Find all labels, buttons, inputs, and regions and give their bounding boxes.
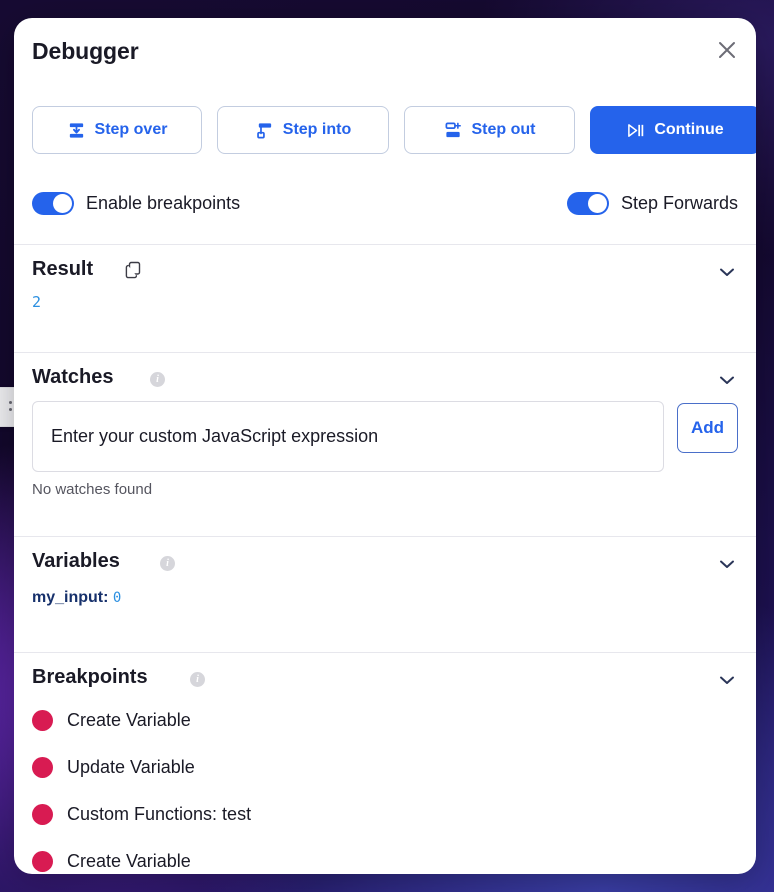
toggle-knob bbox=[53, 194, 72, 213]
list-item[interactable]: Create Variable bbox=[32, 697, 732, 744]
toggle-row: Enable breakpoints Step Forwards bbox=[32, 190, 738, 226]
chevron-down-icon[interactable] bbox=[714, 367, 740, 393]
step-forwards-toggle[interactable]: Step Forwards bbox=[566, 192, 738, 215]
continue-label: Continue bbox=[654, 121, 724, 138]
debugger-controls: Step over Step into Step out Continue bbox=[32, 106, 756, 154]
breakpoints-list: Create Variable Update Variable Custom F… bbox=[32, 697, 732, 874]
step-out-label: Step out bbox=[471, 121, 536, 138]
enable-breakpoints-label: Enable breakpoints bbox=[86, 193, 241, 213]
page-title: Debugger bbox=[32, 38, 139, 64]
step-over-label: Step over bbox=[94, 121, 168, 138]
step-over-button[interactable]: Step over bbox=[32, 106, 202, 154]
no-watches-message: No watches found bbox=[32, 481, 153, 498]
play-pause-icon bbox=[626, 122, 645, 139]
step-into-label: Step into bbox=[282, 121, 352, 138]
breakpoints-section: Breakpoints i Create Variable Update Var… bbox=[14, 652, 756, 874]
variable-name: my_input bbox=[32, 589, 104, 606]
toggle-knob bbox=[587, 194, 607, 213]
breakpoints-section-header[interactable]: Breakpoints i bbox=[14, 653, 756, 701]
chevron-down-icon[interactable] bbox=[714, 551, 740, 577]
result-value: 2 bbox=[32, 293, 42, 311]
watches-section: Watches i Add No watches found bbox=[14, 352, 756, 530]
variables-section-header[interactable]: Variables i bbox=[14, 537, 756, 585]
breakpoint-dot-icon bbox=[32, 804, 53, 825]
step-over-icon bbox=[67, 121, 86, 140]
watch-expression-input[interactable] bbox=[32, 401, 664, 472]
step-into-icon bbox=[255, 121, 274, 140]
breakpoint-dot-icon bbox=[32, 851, 53, 872]
list-item[interactable]: Custom Functions: test bbox=[32, 791, 732, 838]
debugger-panel: Debugger Step over Step into Step out Co… bbox=[14, 18, 756, 874]
breakpoints-title: Breakpoints bbox=[32, 666, 148, 688]
breakpoint-label: Create Variable bbox=[67, 851, 191, 871]
variable-value: 0 bbox=[112, 590, 122, 606]
list-item[interactable]: Create Variable bbox=[32, 838, 732, 874]
variables-section: Variables i my_input: 0 bbox=[14, 536, 756, 646]
step-into-button[interactable]: Step into bbox=[217, 106, 389, 154]
watches-section-header[interactable]: Watches i bbox=[14, 353, 756, 401]
toggle-switch-on[interactable] bbox=[32, 192, 74, 215]
variables-title: Variables bbox=[32, 550, 120, 572]
breakpoint-dot-icon bbox=[32, 710, 53, 731]
info-icon[interactable]: i bbox=[160, 556, 175, 571]
result-title: Result bbox=[32, 258, 94, 280]
close-icon[interactable] bbox=[712, 35, 742, 65]
info-icon[interactable]: i bbox=[190, 672, 205, 687]
variable-row: my_input: 0 bbox=[32, 589, 121, 607]
add-watch-button[interactable]: Add bbox=[677, 403, 738, 453]
drag-handle-dots bbox=[9, 401, 12, 404]
copy-icon[interactable] bbox=[124, 261, 142, 279]
toggle-switch-on[interactable] bbox=[566, 192, 609, 215]
result-section-header[interactable]: Result bbox=[14, 245, 756, 293]
result-section: Result 2 bbox=[14, 244, 756, 326]
info-icon[interactable]: i bbox=[150, 372, 165, 387]
continue-button[interactable]: Continue bbox=[590, 106, 756, 154]
watches-title: Watches bbox=[32, 366, 114, 388]
step-out-icon bbox=[444, 121, 463, 140]
app-background: Debugger Step over Step into Step out Co… bbox=[0, 0, 774, 892]
breakpoint-label: Update Variable bbox=[67, 757, 195, 777]
chevron-down-icon[interactable] bbox=[714, 667, 740, 693]
step-forwards-label: Step Forwards bbox=[620, 193, 738, 213]
watch-add-row: Add bbox=[32, 401, 738, 472]
panel-header: Debugger bbox=[14, 18, 756, 90]
chevron-down-icon[interactable] bbox=[714, 259, 740, 285]
list-item[interactable]: Update Variable bbox=[32, 744, 732, 791]
variable-separator: : bbox=[103, 589, 109, 606]
enable-breakpoints-toggle[interactable]: Enable breakpoints bbox=[32, 192, 240, 215]
breakpoint-label: Create Variable bbox=[67, 710, 191, 730]
breakpoint-label: Custom Functions: test bbox=[67, 804, 252, 824]
step-out-button[interactable]: Step out bbox=[404, 106, 575, 154]
breakpoint-dot-icon bbox=[32, 757, 53, 778]
